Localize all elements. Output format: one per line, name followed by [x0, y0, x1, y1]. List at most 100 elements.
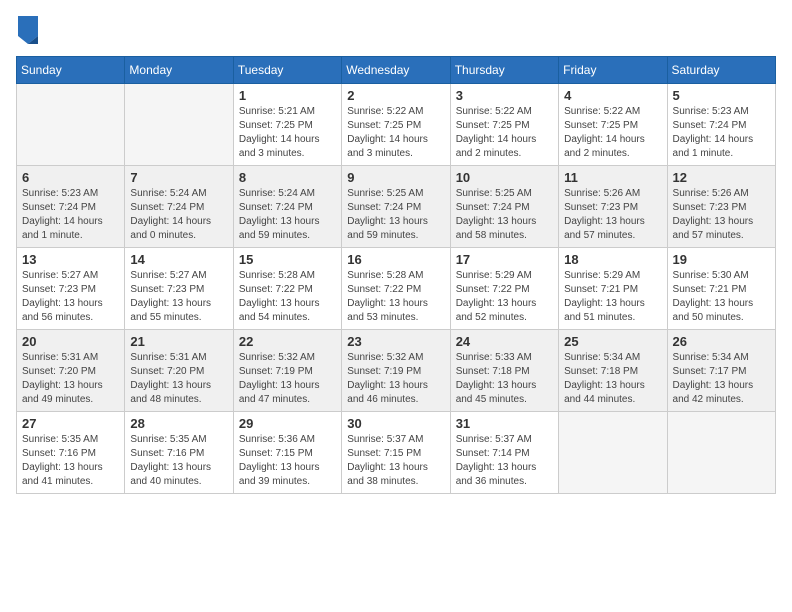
day-info: Sunrise: 5:34 AM Sunset: 7:17 PM Dayligh…	[673, 351, 770, 407]
day-number: 12	[673, 170, 770, 185]
calendar-day-cell: 7 Sunrise: 5:24 AM Sunset: 7:24 PM Daylig…	[125, 166, 233, 248]
calendar-day-cell: 24Sunrise: 5:33 AM Sunset: 7:18 PM Dayli…	[450, 330, 558, 412]
calendar-week-row: 20 Sunrise: 5:31 AM Sunset: 7:20 PM Dayli…	[17, 330, 776, 412]
day-number: 22	[239, 334, 336, 349]
calendar-day-cell: 5 Sunrise: 5:23 AM Sunset: 7:24 PM Daylig…	[667, 84, 775, 166]
calendar-day-cell	[125, 84, 233, 166]
calendar-day-cell: 15 Sunrise: 5:28 AM Sunset: 7:22 PM Dayli…	[233, 248, 341, 330]
day-info: Sunrise: 5:34 AM Sunset: 7:18 PM Dayligh…	[564, 351, 661, 407]
calendar-day-cell: 25 Sunrise: 5:34 AM Sunset: 7:18 PM Dayli…	[559, 330, 667, 412]
day-info: Sunrise: 5:21 AM Sunset: 7:25 PM Dayligh…	[239, 105, 336, 161]
day-number: 28	[130, 416, 227, 431]
day-number: 31	[456, 416, 553, 431]
day-number: 19	[673, 252, 770, 267]
day-number: 2	[347, 88, 444, 103]
weekday-header-saturday: Saturday	[667, 57, 775, 84]
day-number: 27	[22, 416, 119, 431]
day-number: 6	[22, 170, 119, 185]
day-info: Sunrise: 5:29 AM Sunset: 7:21 PM Dayligh…	[564, 269, 661, 325]
calendar-day-cell: 9Sunrise: 5:25 AM Sunset: 7:24 PM Daylig…	[342, 166, 450, 248]
calendar-table: SundayMondayTuesdayWednesdayThursdayFrid…	[16, 56, 776, 494]
day-info: Sunrise: 5:24 AM Sunset: 7:24 PM Dayligh…	[239, 187, 336, 243]
calendar-week-row: 13 Sunrise: 5:27 AM Sunset: 7:23 PM Dayli…	[17, 248, 776, 330]
day-number: 7	[130, 170, 227, 185]
day-number: 18	[564, 252, 661, 267]
calendar-day-cell: 21 Sunrise: 5:31 AM Sunset: 7:20 PM Dayli…	[125, 330, 233, 412]
day-info: Sunrise: 5:22 AM Sunset: 7:25 PM Dayligh…	[456, 105, 553, 161]
day-info: Sunrise: 5:28 AM Sunset: 7:22 PM Dayligh…	[239, 269, 336, 325]
day-info: Sunrise: 5:24 AM Sunset: 7:24 PM Dayligh…	[130, 187, 227, 243]
weekday-header-monday: Monday	[125, 57, 233, 84]
calendar-day-cell: 1 Sunrise: 5:21 AM Sunset: 7:25 PM Daylig…	[233, 84, 341, 166]
calendar-week-row: 27 Sunrise: 5:35 AM Sunset: 7:16 PM Dayli…	[17, 412, 776, 494]
calendar-day-cell: 8 Sunrise: 5:24 AM Sunset: 7:24 PM Daylig…	[233, 166, 341, 248]
calendar-day-cell: 6 Sunrise: 5:23 AM Sunset: 7:24 PM Daylig…	[17, 166, 125, 248]
calendar-week-row: 6 Sunrise: 5:23 AM Sunset: 7:24 PM Daylig…	[17, 166, 776, 248]
day-number: 1	[239, 88, 336, 103]
day-info: Sunrise: 5:31 AM Sunset: 7:20 PM Dayligh…	[22, 351, 119, 407]
day-number: 30	[347, 416, 444, 431]
calendar-day-cell: 22 Sunrise: 5:32 AM Sunset: 7:19 PM Dayli…	[233, 330, 341, 412]
day-number: 17	[456, 252, 553, 267]
calendar-day-cell: 23Sunrise: 5:32 AM Sunset: 7:19 PM Dayli…	[342, 330, 450, 412]
day-info: Sunrise: 5:25 AM Sunset: 7:24 PM Dayligh…	[456, 187, 553, 243]
calendar-day-cell: 27 Sunrise: 5:35 AM Sunset: 7:16 PM Dayli…	[17, 412, 125, 494]
day-number: 10	[456, 170, 553, 185]
calendar-day-cell	[667, 412, 775, 494]
day-info: Sunrise: 5:37 AM Sunset: 7:15 PM Dayligh…	[347, 433, 444, 489]
day-number: 5	[673, 88, 770, 103]
day-info: Sunrise: 5:28 AM Sunset: 7:22 PM Dayligh…	[347, 269, 444, 325]
day-info: Sunrise: 5:23 AM Sunset: 7:24 PM Dayligh…	[673, 105, 770, 161]
day-number: 13	[22, 252, 119, 267]
day-number: 26	[673, 334, 770, 349]
logo	[16, 16, 38, 44]
day-number: 4	[564, 88, 661, 103]
calendar-day-cell: 31Sunrise: 5:37 AM Sunset: 7:14 PM Dayli…	[450, 412, 558, 494]
calendar-week-row: 1 Sunrise: 5:21 AM Sunset: 7:25 PM Daylig…	[17, 84, 776, 166]
day-info: Sunrise: 5:29 AM Sunset: 7:22 PM Dayligh…	[456, 269, 553, 325]
day-info: Sunrise: 5:32 AM Sunset: 7:19 PM Dayligh…	[239, 351, 336, 407]
day-number: 24	[456, 334, 553, 349]
calendar-day-cell: 12 Sunrise: 5:26 AM Sunset: 7:23 PM Dayli…	[667, 166, 775, 248]
day-info: Sunrise: 5:22 AM Sunset: 7:25 PM Dayligh…	[347, 105, 444, 161]
weekday-header-thursday: Thursday	[450, 57, 558, 84]
day-info: Sunrise: 5:36 AM Sunset: 7:15 PM Dayligh…	[239, 433, 336, 489]
calendar-day-cell: 20 Sunrise: 5:31 AM Sunset: 7:20 PM Dayli…	[17, 330, 125, 412]
day-info: Sunrise: 5:27 AM Sunset: 7:23 PM Dayligh…	[22, 269, 119, 325]
day-info: Sunrise: 5:30 AM Sunset: 7:21 PM Dayligh…	[673, 269, 770, 325]
day-number: 8	[239, 170, 336, 185]
day-info: Sunrise: 5:26 AM Sunset: 7:23 PM Dayligh…	[564, 187, 661, 243]
calendar-day-cell: 3Sunrise: 5:22 AM Sunset: 7:25 PM Daylig…	[450, 84, 558, 166]
calendar-day-cell: 13 Sunrise: 5:27 AM Sunset: 7:23 PM Dayli…	[17, 248, 125, 330]
day-info: Sunrise: 5:26 AM Sunset: 7:23 PM Dayligh…	[673, 187, 770, 243]
weekday-header-sunday: Sunday	[17, 57, 125, 84]
calendar-day-cell: 4 Sunrise: 5:22 AM Sunset: 7:25 PM Daylig…	[559, 84, 667, 166]
day-number: 29	[239, 416, 336, 431]
day-number: 21	[130, 334, 227, 349]
day-number: 16	[347, 252, 444, 267]
day-number: 15	[239, 252, 336, 267]
day-info: Sunrise: 5:23 AM Sunset: 7:24 PM Dayligh…	[22, 187, 119, 243]
calendar-day-cell: 19 Sunrise: 5:30 AM Sunset: 7:21 PM Dayli…	[667, 248, 775, 330]
calendar-day-cell: 17 Sunrise: 5:29 AM Sunset: 7:22 PM Dayli…	[450, 248, 558, 330]
calendar-day-cell: 2 Sunrise: 5:22 AM Sunset: 7:25 PM Daylig…	[342, 84, 450, 166]
calendar-day-cell: 28 Sunrise: 5:35 AM Sunset: 7:16 PM Dayli…	[125, 412, 233, 494]
day-number: 11	[564, 170, 661, 185]
calendar-day-cell: 18 Sunrise: 5:29 AM Sunset: 7:21 PM Dayli…	[559, 248, 667, 330]
day-info: Sunrise: 5:35 AM Sunset: 7:16 PM Dayligh…	[22, 433, 119, 489]
weekday-header-tuesday: Tuesday	[233, 57, 341, 84]
weekday-header-wednesday: Wednesday	[342, 57, 450, 84]
day-info: Sunrise: 5:31 AM Sunset: 7:20 PM Dayligh…	[130, 351, 227, 407]
calendar-day-cell: 11 Sunrise: 5:26 AM Sunset: 7:23 PM Dayli…	[559, 166, 667, 248]
calendar-day-cell: 16 Sunrise: 5:28 AM Sunset: 7:22 PM Dayli…	[342, 248, 450, 330]
day-number: 25	[564, 334, 661, 349]
calendar-day-cell: 29 Sunrise: 5:36 AM Sunset: 7:15 PM Dayli…	[233, 412, 341, 494]
day-info: Sunrise: 5:27 AM Sunset: 7:23 PM Dayligh…	[130, 269, 227, 325]
logo-icon	[18, 16, 38, 44]
day-info: Sunrise: 5:22 AM Sunset: 7:25 PM Dayligh…	[564, 105, 661, 161]
day-number: 14	[130, 252, 227, 267]
calendar-day-cell: 10 Sunrise: 5:25 AM Sunset: 7:24 PM Dayli…	[450, 166, 558, 248]
day-number: 20	[22, 334, 119, 349]
day-info: Sunrise: 5:35 AM Sunset: 7:16 PM Dayligh…	[130, 433, 227, 489]
calendar-day-cell: 14 Sunrise: 5:27 AM Sunset: 7:23 PM Dayli…	[125, 248, 233, 330]
